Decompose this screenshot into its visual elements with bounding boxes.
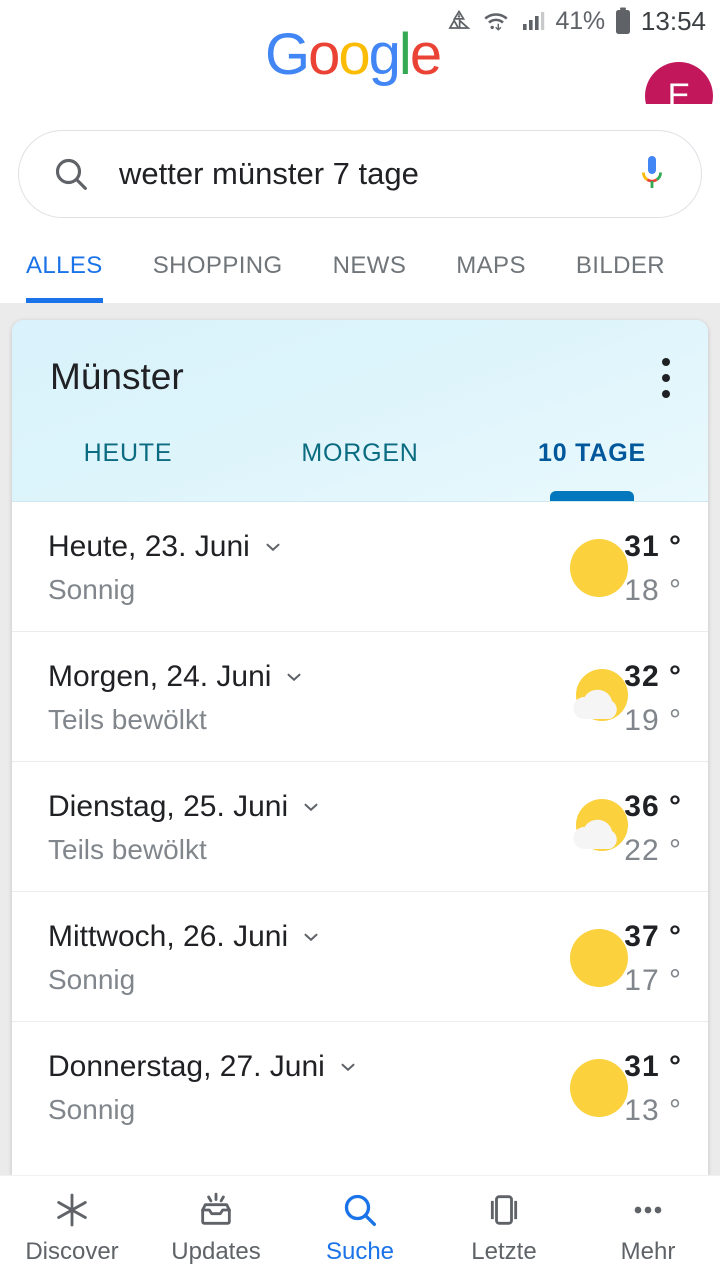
- battery-percent-label: 41%: [555, 7, 604, 36]
- nav-label-discover: Discover: [25, 1238, 118, 1266]
- forecast-row[interactable]: Mittwoch, 26. Juni Sonnig 37 ° 17 °: [12, 892, 708, 1022]
- nav-item-letzte[interactable]: Letzte: [432, 1176, 576, 1280]
- forecast-high: 32 °: [586, 660, 682, 694]
- forecast-day[interactable]: Mittwoch, 26. Juni: [48, 920, 322, 954]
- forecast-high: 31 °: [586, 530, 682, 564]
- nav-item-mehr[interactable]: Mehr: [576, 1176, 720, 1280]
- more-dots-icon: [628, 1190, 668, 1230]
- forecast-high: 37 °: [586, 920, 682, 954]
- weather-tab-10-tage[interactable]: 10 TAGE: [476, 429, 708, 501]
- battery-icon: [614, 7, 632, 35]
- nav-label-updates: Updates: [171, 1238, 260, 1266]
- forecast-day-label: Heute, 23. Juni: [48, 530, 250, 564]
- forecast-row-text: Donnerstag, 27. Juni Sonnig: [48, 1050, 359, 1126]
- weather-card-header: Münster HEUTE MORGEN 10 TAGE: [12, 320, 708, 502]
- forecast-day-label: Mittwoch, 26. Juni: [48, 920, 288, 954]
- chevron-down-icon[interactable]: [300, 796, 322, 818]
- forecast-day[interactable]: Dienstag, 25. Juni: [48, 790, 322, 824]
- forecast-row[interactable]: Dienstag, 25. Juni Teils bewölkt 36 ° 22…: [12, 762, 708, 892]
- kebab-menu-icon[interactable]: [662, 358, 672, 398]
- forecast-temps: 31 ° 13 °: [586, 1050, 682, 1128]
- forecast-day[interactable]: Donnerstag, 27. Juni: [48, 1050, 359, 1084]
- serp-tab-maps[interactable]: MAPS: [432, 232, 552, 303]
- serp-tab-news[interactable]: NEWS: [309, 232, 433, 303]
- forecast-low: 22 °: [586, 834, 682, 868]
- forecast-condition: Sonnig: [48, 1094, 359, 1126]
- logo-letter: G: [265, 22, 308, 87]
- chevron-down-icon[interactable]: [262, 536, 284, 558]
- cellular-signal-icon: [520, 8, 546, 34]
- search-bar-container: wetter münster 7 tage: [0, 104, 720, 232]
- nav-label-suche: Suche: [326, 1238, 394, 1266]
- forecast-row-text: Morgen, 24. Juni Teils bewölkt: [48, 660, 305, 736]
- forecast-row-text: Dienstag, 25. Juni Teils bewölkt: [48, 790, 322, 866]
- forecast-day-label: Donnerstag, 27. Juni: [48, 1050, 325, 1084]
- nav-label-letzte: Letzte: [471, 1238, 536, 1266]
- search-bar[interactable]: wetter münster 7 tage: [18, 130, 702, 218]
- inbox-icon: [196, 1190, 236, 1230]
- forecast-row-text: Heute, 23. Juni Sonnig: [48, 530, 284, 606]
- recent-tabs-icon: [484, 1190, 524, 1230]
- weather-tab-heute[interactable]: HEUTE: [12, 429, 244, 501]
- forecast-low: 17 °: [586, 964, 682, 998]
- logo-letter: g: [369, 22, 399, 87]
- logo-letter: l: [399, 22, 410, 87]
- forecast-low: 18 °: [586, 574, 682, 608]
- serp-tab-bilder[interactable]: BILDER: [552, 232, 691, 303]
- forecast-temps: 32 ° 19 °: [586, 660, 682, 738]
- nav-item-suche[interactable]: Suche: [288, 1176, 432, 1280]
- weather-tab-bar: HEUTE MORGEN 10 TAGE: [12, 429, 708, 501]
- search-icon: [340, 1190, 380, 1230]
- nav-item-discover[interactable]: Discover: [0, 1176, 144, 1280]
- kebab-dot: [662, 374, 670, 382]
- forecast-row[interactable]: Morgen, 24. Juni Teils bewölkt 32 ° 19 °: [12, 632, 708, 762]
- forecast-temps: 37 ° 17 °: [586, 920, 682, 998]
- forecast-condition: Sonnig: [48, 964, 322, 996]
- search-input[interactable]: wetter münster 7 tage: [119, 156, 635, 192]
- forecast-temps: 31 ° 18 °: [586, 530, 682, 608]
- microphone-icon[interactable]: [635, 152, 669, 196]
- serp-tab-alles[interactable]: ALLES: [26, 232, 129, 303]
- nav-item-updates[interactable]: Updates: [144, 1176, 288, 1280]
- forecast-high: 36 °: [586, 790, 682, 824]
- forecast-row[interactable]: Donnerstag, 27. Juni Sonnig 31 ° 13 °: [12, 1022, 708, 1152]
- serp-tab-bar: ALLES SHOPPING NEWS MAPS BILDER: [0, 232, 720, 304]
- bottom-navigation-bar: Discover Updates Suche: [0, 1175, 720, 1280]
- phone-screen: 41% 13:54 Google E wetter münster 7 tage: [0, 0, 720, 1280]
- forecast-temps: 36 ° 22 °: [586, 790, 682, 868]
- forecast-day-label: Morgen, 24. Juni: [48, 660, 271, 694]
- asterisk-icon: [52, 1190, 92, 1230]
- search-icon[interactable]: [51, 154, 91, 194]
- logo-letter: o: [308, 22, 338, 87]
- weather-city-name: Münster: [50, 356, 184, 398]
- serp-tab-shopping[interactable]: SHOPPING: [129, 232, 309, 303]
- forecast-condition: Teils bewölkt: [48, 834, 322, 866]
- forecast-high: 31 °: [586, 1050, 682, 1084]
- nav-label-mehr: Mehr: [621, 1238, 676, 1266]
- chevron-down-icon[interactable]: [300, 926, 322, 948]
- forecast-condition: Sonnig: [48, 574, 284, 606]
- data-saver-icon: [446, 8, 472, 34]
- kebab-dot: [662, 358, 670, 366]
- forecast-condition: Teils bewölkt: [48, 704, 305, 736]
- google-logo: Google: [265, 24, 440, 86]
- forecast-low: 19 °: [586, 704, 682, 738]
- forecast-day[interactable]: Heute, 23. Juni: [48, 530, 284, 564]
- kebab-dot: [662, 390, 670, 398]
- status-bar-clock: 13:54: [641, 6, 706, 37]
- chevron-down-icon[interactable]: [337, 1056, 359, 1078]
- chevron-down-icon[interactable]: [283, 666, 305, 688]
- wifi-icon: [481, 8, 511, 34]
- weather-tab-morgen[interactable]: MORGEN: [244, 429, 476, 501]
- forecast-row[interactable]: Heute, 23. Juni Sonnig 31 ° 18 °: [12, 502, 708, 632]
- weather-card: Münster HEUTE MORGEN 10 TAGE Heute, 23. …: [12, 320, 708, 1175]
- forecast-low: 13 °: [586, 1094, 682, 1128]
- forecast-day-label: Dienstag, 25. Juni: [48, 790, 288, 824]
- google-header: Google E: [0, 42, 720, 104]
- forecast-day[interactable]: Morgen, 24. Juni: [48, 660, 305, 694]
- forecast-row-text: Mittwoch, 26. Juni Sonnig: [48, 920, 322, 996]
- logo-letter: e: [410, 22, 440, 87]
- logo-letter: o: [338, 22, 368, 87]
